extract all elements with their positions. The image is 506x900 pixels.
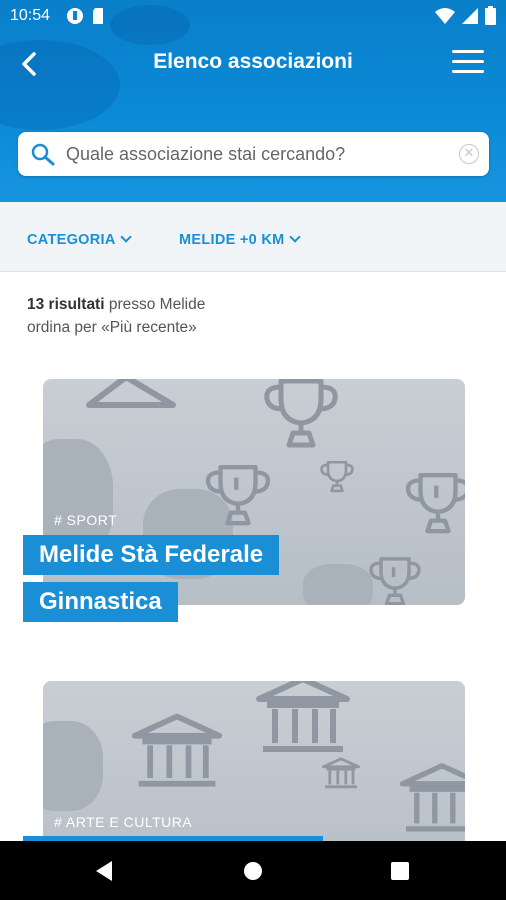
nav-recent-apps-icon[interactable] — [391, 862, 409, 880]
filter-location-label: MELIDE +0 KM — [179, 232, 285, 248]
hamburger-icon — [452, 50, 484, 53]
trophy-icon — [369, 557, 421, 605]
trophy-icon — [320, 461, 354, 493]
nav-back-icon[interactable] — [96, 861, 112, 881]
background-shape — [43, 721, 103, 811]
battery-icon — [485, 6, 496, 25]
search-input[interactable] — [66, 138, 446, 170]
system-navigation-bar — [0, 841, 506, 900]
status-time: 10:54 — [10, 7, 51, 24]
chevron-down-icon — [288, 231, 301, 243]
results-location: presso Melide — [104, 296, 206, 313]
trophy-icon — [405, 472, 465, 534]
filter-location[interactable]: MELIDE +0 KM — [179, 231, 301, 248]
sort-order[interactable]: ordina per «Più recente» — [27, 316, 205, 339]
museum-icon — [399, 763, 465, 832]
card-category-tag: # ARTE E CULTURA — [54, 814, 193, 830]
trophy-base-icon — [86, 379, 176, 408]
card-category-tag: # SPORT — [54, 512, 118, 528]
card-title[interactable]: Melide Stà Federale — [23, 535, 280, 575]
trophy-icon — [205, 464, 271, 526]
trophy-icon — [264, 379, 338, 448]
nav-home-icon[interactable] — [244, 862, 262, 880]
menu-button[interactable] — [452, 50, 484, 76]
filter-category-label: CATEGORIA — [27, 232, 116, 248]
notification-icon — [67, 8, 83, 24]
status-bar: 10:54 — [0, 0, 506, 34]
sim-card-icon — [93, 8, 103, 24]
app-header: 10:54 Elenco associazioni Quale associaz… — [0, 0, 506, 210]
filter-bar: CATEGORIA MELIDE +0 KM — [0, 202, 506, 272]
clear-icon[interactable]: ✕ — [459, 144, 479, 164]
museum-icon — [256, 681, 350, 752]
background-shape — [303, 564, 373, 605]
results-count: 13 risultati — [27, 296, 105, 313]
search-icon — [31, 143, 55, 166]
museum-icon — [131, 713, 223, 787]
card-title[interactable]: Ginnastica — [23, 582, 178, 622]
wifi-icon — [435, 7, 455, 24]
filter-category[interactable]: CATEGORIA — [27, 231, 132, 248]
search-bar[interactable]: ✕ — [18, 132, 489, 176]
chevron-down-icon — [119, 231, 132, 243]
page-title: Elenco associazioni — [153, 50, 353, 73]
results-summary: 13 risultati presso Melide ordina per «P… — [27, 293, 205, 339]
museum-icon — [322, 757, 360, 789]
signal-icon — [462, 7, 478, 24]
